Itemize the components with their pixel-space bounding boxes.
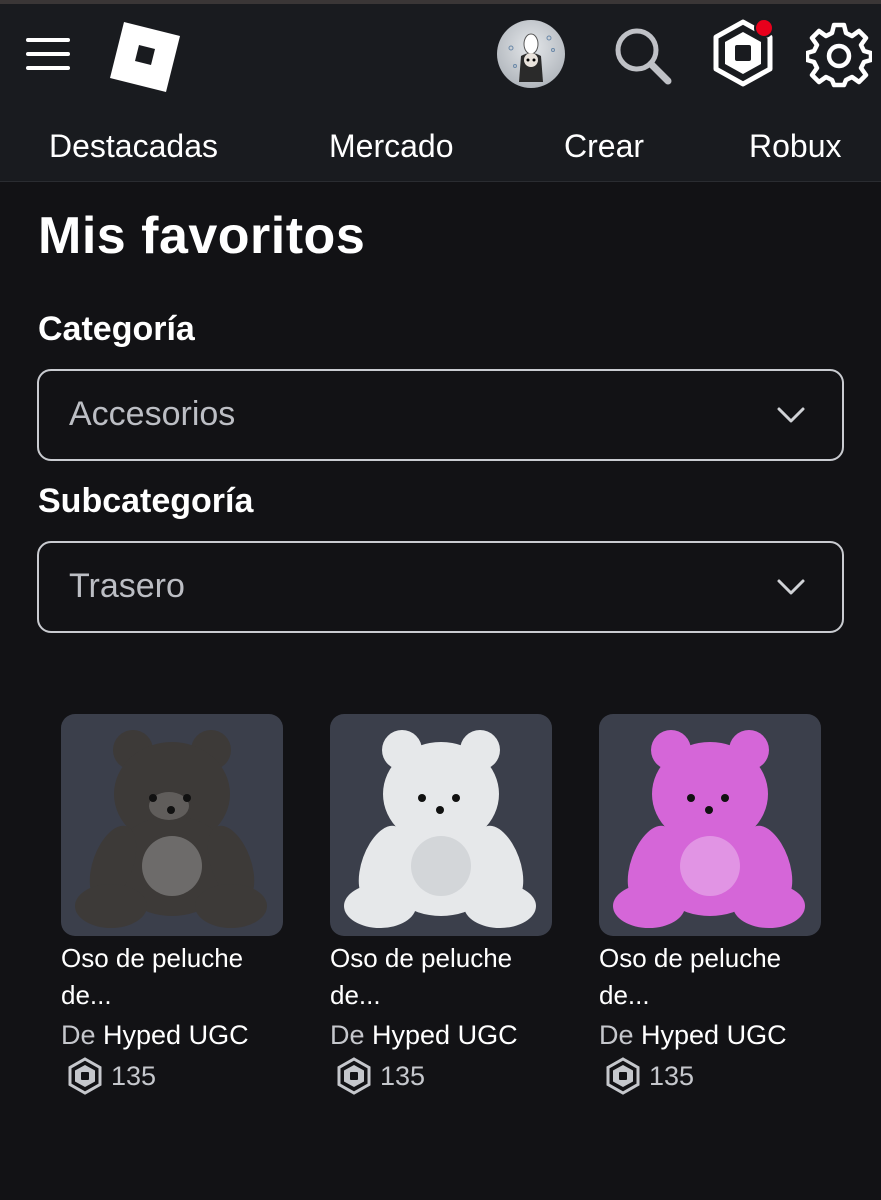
notification-badge	[754, 18, 774, 38]
category-select-value: Accesorios	[69, 395, 236, 433]
menu-icon[interactable]	[26, 34, 72, 74]
teddy-bear-image	[613, 730, 805, 928]
item-thumbnail[interactable]	[599, 714, 821, 936]
item-name[interactable]: Oso de peluche de...	[599, 940, 819, 1014]
price-row: 135	[599, 1057, 821, 1095]
teddy-bear-image	[75, 730, 267, 928]
price-row: 135	[330, 1057, 552, 1095]
item-creator[interactable]: De Hyped UGC	[61, 1020, 283, 1051]
category-label: Categoría	[38, 310, 195, 348]
nav-crear[interactable]: Crear	[564, 128, 644, 165]
category-select[interactable]: Accesorios	[37, 369, 844, 461]
subcategory-select-value: Trasero	[69, 567, 185, 605]
top-header: Destacadas Mercado Crear Robux	[0, 4, 881, 182]
price-row: 135	[61, 1057, 283, 1095]
nav-robux[interactable]: Robux	[749, 128, 842, 165]
main-nav: Destacadas Mercado Crear Robux	[0, 124, 881, 174]
item-name[interactable]: Oso de peluche de...	[61, 940, 281, 1014]
roblox-logo[interactable]	[108, 20, 180, 92]
item-card[interactable]: Oso de peluche de... De Hyped UGC 135	[330, 714, 552, 1095]
gear-icon[interactable]	[806, 22, 872, 88]
item-card[interactable]: Oso de peluche de... De Hyped UGC 135	[599, 714, 821, 1095]
avatar[interactable]	[497, 20, 565, 88]
nav-destacadas[interactable]: Destacadas	[49, 128, 218, 165]
nav-mercado[interactable]: Mercado	[329, 128, 454, 165]
item-thumbnail[interactable]	[61, 714, 283, 936]
robux-icon	[606, 1057, 640, 1095]
chevron-down-icon	[777, 407, 805, 423]
item-price: 135	[380, 1060, 426, 1091]
item-price: 135	[649, 1060, 695, 1091]
chevron-down-icon	[777, 579, 805, 595]
robux-icon	[337, 1057, 371, 1095]
robux-icon	[68, 1057, 102, 1095]
item-creator[interactable]: De Hyped UGC	[330, 1020, 552, 1051]
item-card[interactable]: Oso de peluche de... De Hyped UGC 135	[61, 714, 283, 1095]
subcategory-label: Subcategoría	[38, 482, 254, 520]
item-thumbnail[interactable]	[330, 714, 552, 936]
subcategory-select[interactable]: Trasero	[37, 541, 844, 633]
search-icon[interactable]	[612, 26, 674, 86]
teddy-bear-image	[344, 730, 536, 928]
item-name[interactable]: Oso de peluche de...	[330, 940, 550, 1014]
page-title: Mis favoritos	[38, 207, 366, 265]
item-creator[interactable]: De Hyped UGC	[599, 1020, 821, 1051]
item-price: 135	[111, 1060, 157, 1091]
